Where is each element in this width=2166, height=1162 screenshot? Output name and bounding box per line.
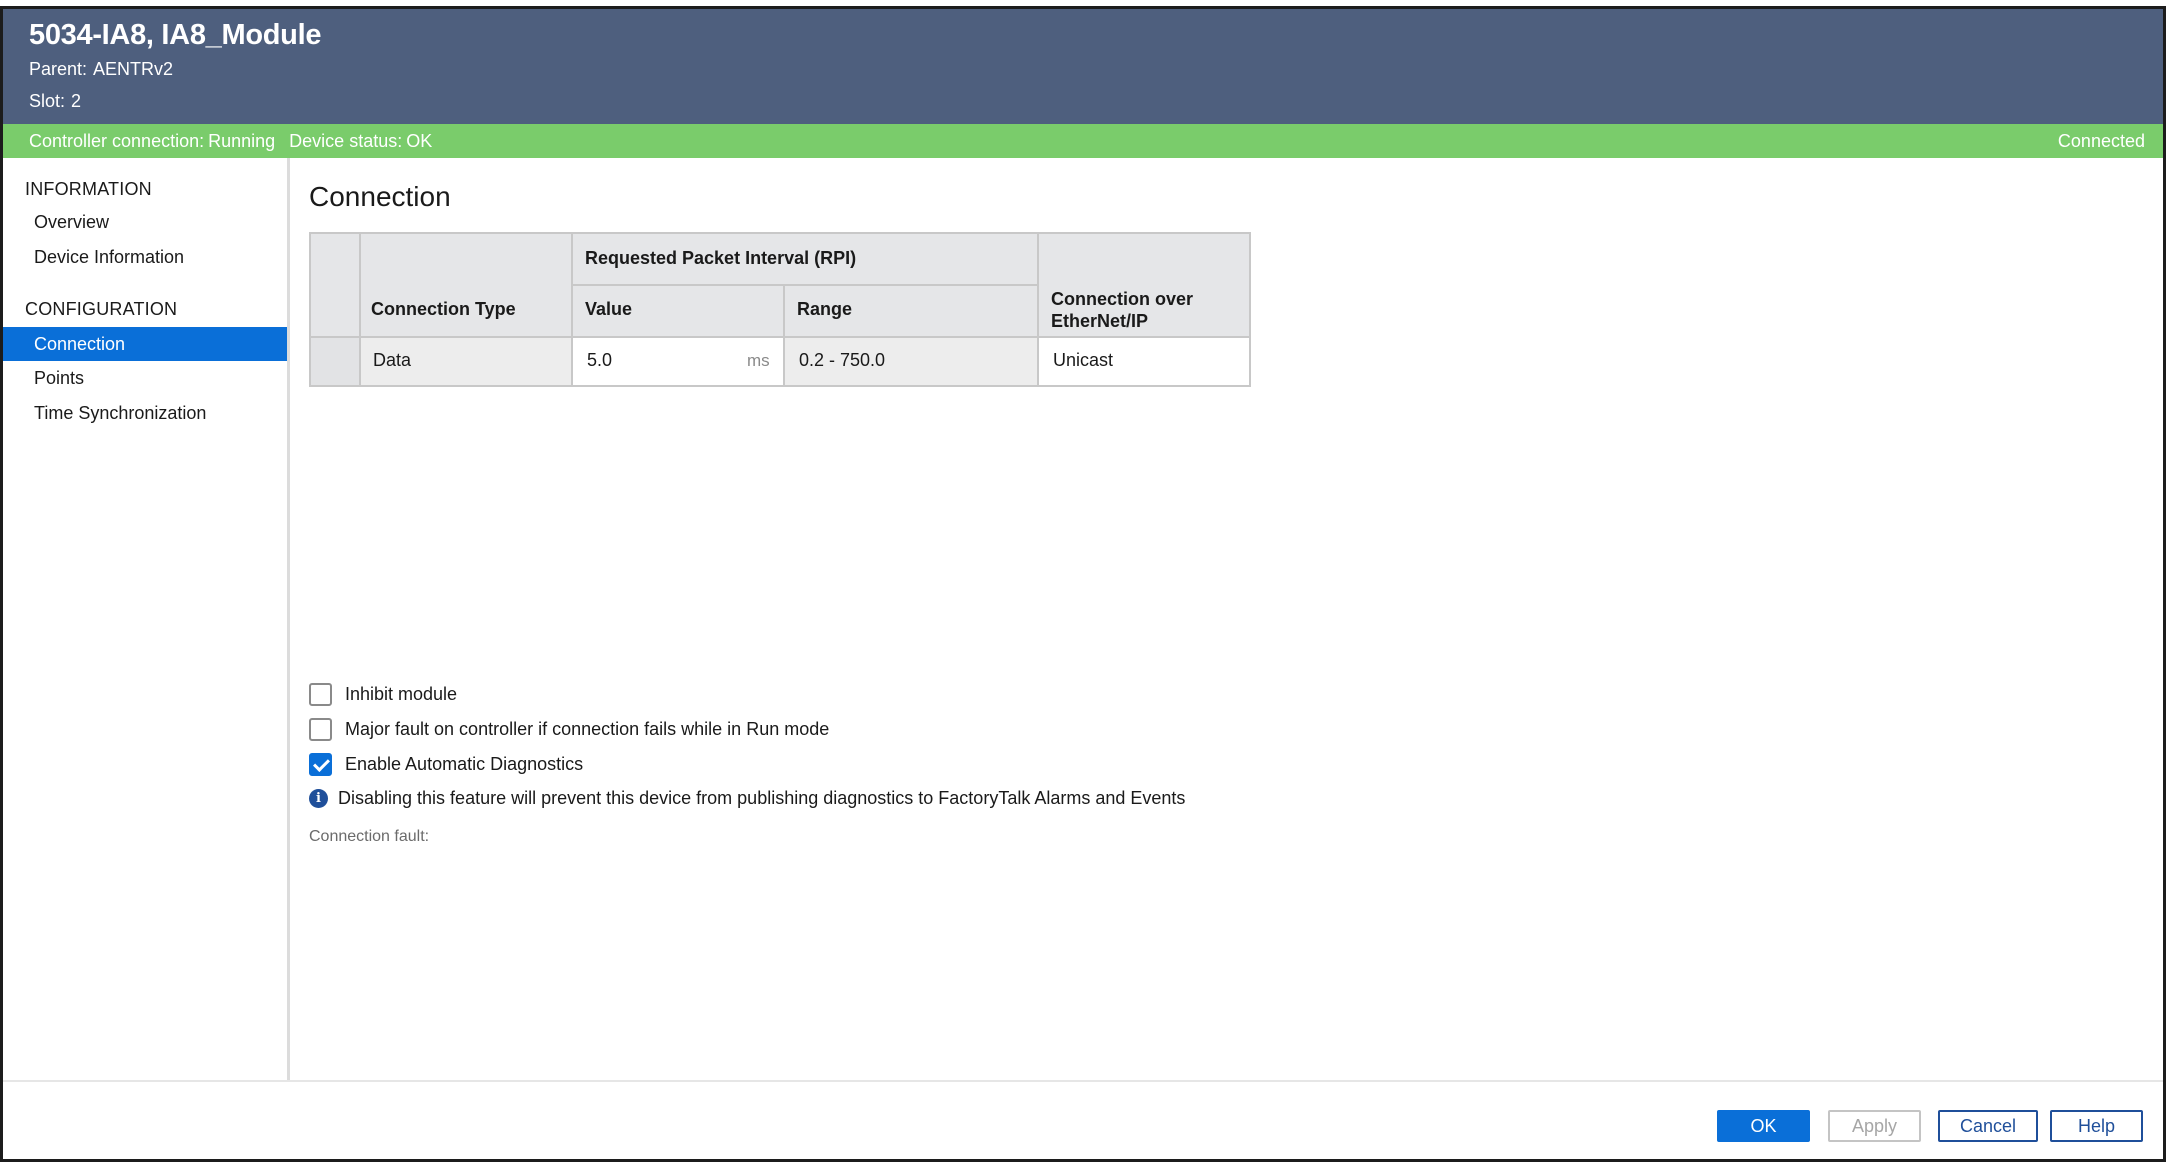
dialog-footer: OK Apply Cancel Help: [3, 1080, 2163, 1159]
parent-label: Parent:: [29, 59, 88, 79]
module-title: 5034-IA8, IA8_Module: [29, 19, 322, 51]
sidebar-item-points[interactable]: Points: [3, 361, 287, 395]
status-bar: Controller connection: Running Device stat…: [3, 124, 2163, 158]
column-header-connection-over: Connection over EtherNet/IP: [1051, 289, 1194, 331]
slot-value: 2: [71, 91, 82, 111]
inhibit-module-checkbox[interactable]: [309, 682, 332, 706]
connection-table: Requested Packet Interval (RPI) Connecti…: [309, 232, 1251, 387]
status-details: Controller connection: Running Device stat…: [29, 131, 436, 152]
cell-connection-type: Data: [373, 350, 412, 370]
inhibit-module-option[interactable]: Inhibit module: [309, 680, 457, 708]
column-header-connection-type: Connection Type: [371, 299, 516, 319]
apply-button[interactable]: Apply: [1828, 1110, 1921, 1142]
parent-info: Parent: AENTRv2: [29, 59, 173, 80]
device-status-value: OK: [406, 131, 433, 151]
column-header-range: Range: [797, 299, 853, 319]
ok-button[interactable]: OK: [1717, 1110, 1810, 1142]
sidebar-item-device-information[interactable]: Device Information: [3, 240, 287, 274]
auto-diagnostics-option[interactable]: Enable Automatic Diagnostics: [309, 750, 583, 778]
cell-rpi-unit: ms: [747, 351, 770, 370]
controller-connection-value: Running: [208, 131, 276, 151]
diagnostics-info-text: Disabling this feature will prevent this…: [338, 788, 1186, 808]
connection-state: Connected: [2057, 131, 2145, 151]
auto-diagnostics-label: Enable Automatic Diagnostics: [345, 753, 584, 774]
help-button[interactable]: Help: [2050, 1110, 2143, 1142]
sidebar-item-overview[interactable]: Overview: [3, 205, 287, 239]
major-fault-checkbox[interactable]: [309, 717, 332, 741]
window-header: 5034-IA8, IA8_Module Parent: AENTRv2 Slot…: [3, 9, 2163, 124]
section-heading-configuration: CONFIGURATION: [25, 299, 178, 319]
main-content: Connection Requested Packet Interval (RP…: [293, 158, 2163, 1080]
cancel-button[interactable]: Cancel: [1938, 1110, 2038, 1142]
page-title: Connection: [309, 181, 451, 212]
major-fault-option[interactable]: Major fault on controller if connection …: [309, 715, 829, 743]
info-icon: i: [309, 789, 328, 808]
navigation-sidebar: INFORMATION Overview Device Information …: [3, 158, 290, 1080]
slot-label: Slot:: [29, 91, 66, 111]
slot-info: Slot: 2: [29, 91, 81, 112]
connection-fault-label: Connection fault:: [309, 828, 430, 845]
device-status-label: Device status:: [289, 131, 403, 151]
auto-diagnostics-checkbox[interactable]: [309, 752, 332, 776]
section-heading-information: INFORMATION: [25, 179, 152, 199]
cell-connection-over: Unicast: [1053, 350, 1114, 370]
rpi-header: Requested Packet Interval (RPI): [585, 248, 857, 268]
controller-connection-label: Controller connection:: [29, 131, 205, 151]
sidebar-item-time-synchronization[interactable]: Time Synchronization: [3, 396, 287, 430]
cell-rpi-value[interactable]: 5.0: [587, 350, 612, 371]
module-properties-window: 5034-IA8, IA8_Module Parent: AENTRv2 Slot…: [0, 6, 2166, 1162]
column-header-value: Value: [585, 299, 633, 319]
major-fault-label: Major fault on controller if connection …: [345, 718, 830, 739]
sidebar-item-connection[interactable]: Connection: [3, 327, 287, 361]
cell-range: 0.2 - 750.0: [799, 350, 886, 370]
inhibit-module-label: Inhibit module: [345, 683, 458, 704]
diagnostics-info: i Disabling this feature will prevent th…: [309, 788, 1185, 809]
row-selector[interactable]: [311, 338, 361, 385]
parent-value: AENTRv2: [93, 59, 174, 79]
